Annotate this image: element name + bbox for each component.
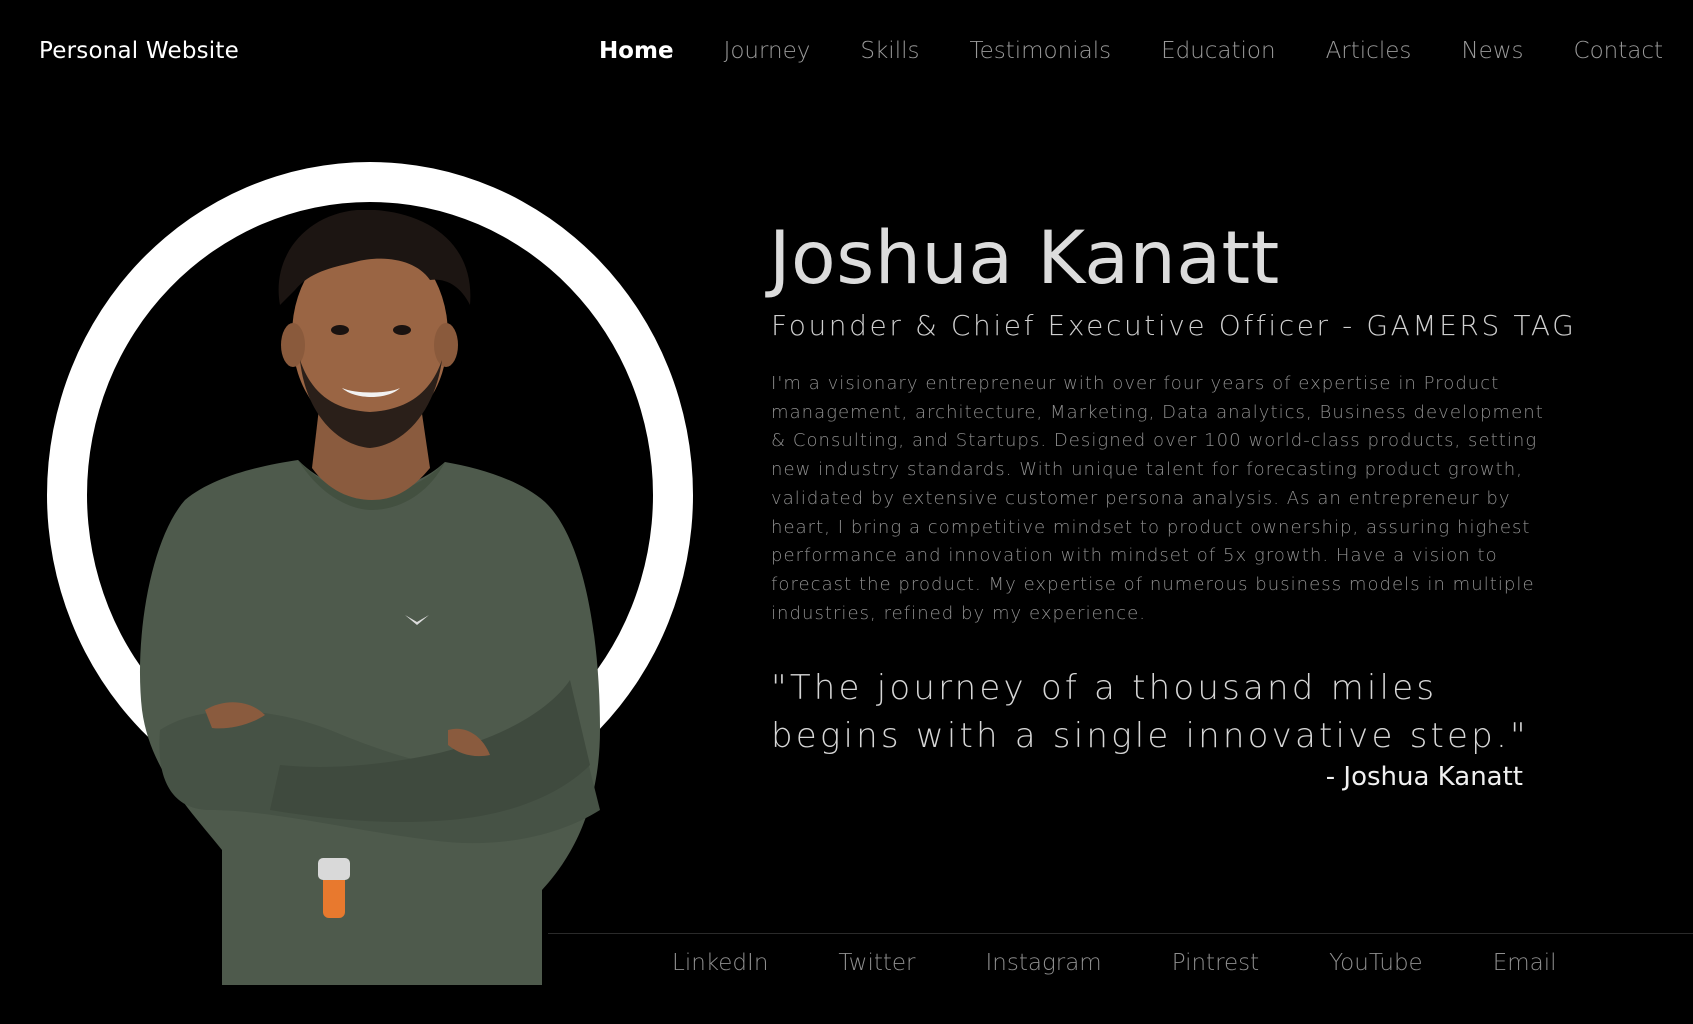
nav-skills[interactable]: Skills: [860, 38, 919, 64]
social-instagram[interactable]: Instagram: [986, 950, 1102, 976]
nav-education[interactable]: Education: [1161, 38, 1276, 64]
nav-home[interactable]: Home: [599, 38, 674, 64]
nav-testimonials[interactable]: Testimonials: [969, 38, 1111, 64]
social-links: LinkedIn Twitter Instagram Pintrest YouT…: [672, 950, 1557, 976]
hero-bio: I'm a visionary entrepreneur with over f…: [771, 373, 1544, 624]
social-pintrest[interactable]: Pintrest: [1172, 950, 1259, 976]
site-brand[interactable]: Personal Website: [39, 38, 239, 64]
nav-contact[interactable]: Contact: [1574, 38, 1663, 64]
hero-quote: "The journey of a thousand miles begins …: [771, 668, 1529, 756]
hero-title: Founder & Chief Executive Officer - GAME…: [771, 309, 1577, 342]
social-youtube[interactable]: YouTube: [1329, 950, 1423, 976]
nav-news[interactable]: News: [1461, 38, 1523, 64]
footer-divider: [548, 933, 1693, 934]
hero-name: Joshua Kanatt: [769, 216, 1280, 301]
social-twitter[interactable]: Twitter: [838, 950, 915, 976]
quote-attribution: - Joshua Kanatt: [1325, 762, 1523, 792]
nav-journey[interactable]: Journey: [724, 38, 811, 64]
portrait-image: [139, 210, 600, 985]
social-linkedin[interactable]: LinkedIn: [672, 950, 768, 976]
nav-articles[interactable]: Articles: [1326, 38, 1412, 64]
social-email[interactable]: Email: [1493, 950, 1557, 976]
main-nav: Home Journey Skills Testimonials Educati…: [599, 38, 1663, 64]
